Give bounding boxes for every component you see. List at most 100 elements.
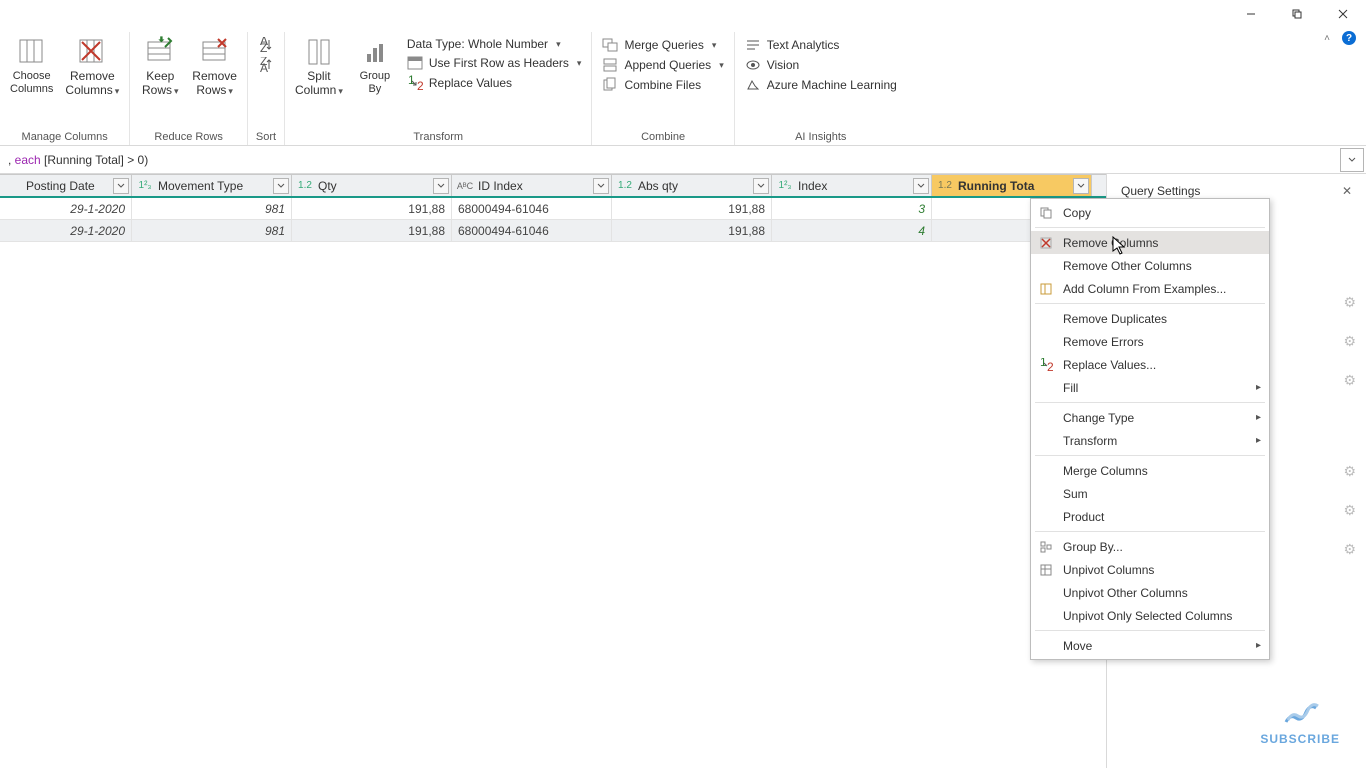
- ribbon-group-label: AI Insights: [795, 131, 846, 145]
- ribbon-group-label: Combine: [641, 131, 685, 145]
- column-filter-button[interactable]: [1073, 178, 1089, 194]
- table-row[interactable]: 29-1-2020 981 191,88 68000494-61046 191,…: [0, 198, 1106, 220]
- ctx-copy[interactable]: Copy: [1031, 201, 1269, 224]
- formula-bar[interactable]: , each [Running Total] > 0): [0, 146, 1366, 174]
- split-column-label: Split Column: [295, 69, 336, 97]
- gear-icon[interactable]: ⚙: [1343, 541, 1356, 558]
- cell[interactable]: 981: [132, 198, 292, 219]
- table-row[interactable]: 29-1-2020 981 191,88 68000494-61046 191,…: [0, 220, 1106, 242]
- remove-rows-button[interactable]: Remove Rows▾: [188, 34, 241, 100]
- gear-icon[interactable]: ⚙: [1343, 372, 1356, 389]
- ctx-remove-columns[interactable]: Remove Columns: [1031, 231, 1269, 254]
- replace-values-icon: 12: [1037, 357, 1055, 373]
- group-by-button[interactable]: Group By: [351, 34, 399, 98]
- remove-columns-button[interactable]: Remove Columns▾: [61, 34, 123, 100]
- maximize-button[interactable]: [1274, 0, 1320, 28]
- azure-ml-label: Azure Machine Learning: [767, 78, 897, 92]
- append-queries-button[interactable]: Append Queries▾: [598, 56, 727, 74]
- copy-icon: [1037, 205, 1055, 221]
- collapse-ribbon-button[interactable]: ˄: [1324, 33, 1330, 44]
- cell[interactable]: 191,88: [612, 198, 772, 219]
- cell[interactable]: 191,88: [612, 220, 772, 241]
- ctx-remove-duplicates[interactable]: Remove Duplicates: [1031, 307, 1269, 330]
- column-header-posting-date[interactable]: Posting Date: [0, 175, 132, 196]
- keep-rows-button[interactable]: Keep Rows▾: [136, 34, 184, 100]
- remove-rows-icon: [199, 36, 231, 68]
- formula-text[interactable]: , each [Running Total] > 0): [0, 153, 1340, 167]
- text-analytics-button[interactable]: Text Analytics: [741, 36, 901, 54]
- ctx-unpivot-columns[interactable]: Unpivot Columns: [1031, 558, 1269, 581]
- first-row-label: Use First Row as Headers: [429, 56, 569, 70]
- ctx-product[interactable]: Product: [1031, 505, 1269, 528]
- merge-queries-button[interactable]: Merge Queries▾: [598, 36, 727, 54]
- combine-files-button[interactable]: Combine Files: [598, 76, 727, 94]
- gear-icon[interactable]: ⚙: [1343, 463, 1356, 480]
- column-filter-button[interactable]: [113, 178, 129, 194]
- close-panel-button[interactable]: ✕: [1342, 184, 1352, 198]
- close-button[interactable]: [1320, 0, 1366, 28]
- choose-columns-button[interactable]: Choose Columns: [6, 34, 57, 98]
- ctx-change-type[interactable]: Change Type▸: [1031, 406, 1269, 429]
- column-header-running-total[interactable]: 1.2 Running Tota: [932, 175, 1092, 196]
- append-queries-icon: [602, 57, 618, 73]
- ctx-sum[interactable]: Sum: [1031, 482, 1269, 505]
- svg-text:Z: Z: [260, 41, 267, 53]
- formula-expand-button[interactable]: [1340, 148, 1364, 172]
- ribbon-group-label: Reduce Rows: [154, 131, 222, 145]
- column-header-label: Posting Date: [26, 179, 95, 193]
- cell[interactable]: 3: [772, 198, 932, 219]
- column-filter-button[interactable]: [273, 178, 289, 194]
- vision-button[interactable]: Vision: [741, 56, 901, 74]
- merge-queries-label: Merge Queries: [624, 38, 703, 52]
- submenu-arrow-icon: ▸: [1256, 412, 1261, 423]
- cell[interactable]: 29-1-2020: [0, 220, 132, 241]
- cell[interactable]: 981: [132, 220, 292, 241]
- ctx-remove-errors[interactable]: Remove Errors: [1031, 330, 1269, 353]
- replace-values-button[interactable]: 12Replace Values: [403, 74, 586, 92]
- sort-asc-button[interactable]: AZ: [254, 36, 278, 54]
- minimize-button[interactable]: [1228, 0, 1274, 28]
- ribbon-group-transform: Split Column▾ Group By Data Type: Whole …: [285, 32, 592, 145]
- ctx-unpivot-selected-columns[interactable]: Unpivot Only Selected Columns: [1031, 604, 1269, 627]
- ctx-move[interactable]: Move▸: [1031, 634, 1269, 657]
- column-filter-button[interactable]: [753, 178, 769, 194]
- text-analytics-label: Text Analytics: [767, 38, 840, 52]
- ctx-unpivot-other-columns[interactable]: Unpivot Other Columns: [1031, 581, 1269, 604]
- sort-desc-button[interactable]: ZA: [254, 56, 278, 74]
- ribbon-group-label: Manage Columns: [22, 131, 108, 145]
- applied-steps-gears: ⚙ ⚙ ⚙ ⚙ ⚙ ⚙: [1343, 294, 1356, 558]
- cell[interactable]: 191,88: [292, 198, 452, 219]
- split-column-button[interactable]: Split Column▾: [291, 34, 347, 100]
- use-first-row-headers-button[interactable]: Use First Row as Headers▾: [403, 54, 586, 72]
- ctx-merge-columns[interactable]: Merge Columns: [1031, 459, 1269, 482]
- ctx-add-column-from-examples[interactable]: Add Column From Examples...: [1031, 277, 1269, 300]
- combine-files-label: Combine Files: [624, 78, 701, 92]
- column-filter-button[interactable]: [593, 178, 609, 194]
- ctx-replace-values[interactable]: 12 Replace Values...: [1031, 353, 1269, 376]
- cell[interactable]: 4: [772, 220, 932, 241]
- ctx-group-by[interactable]: Group By...: [1031, 535, 1269, 558]
- choose-columns-icon: [16, 36, 48, 68]
- ctx-transform[interactable]: Transform▸: [1031, 429, 1269, 452]
- column-header-movement-type[interactable]: 1²₃ Movement Type: [132, 175, 292, 196]
- azure-ml-button[interactable]: Azure Machine Learning: [741, 76, 901, 94]
- ribbon-collapse-area: ˄ ?: [1324, 31, 1356, 45]
- ctx-fill[interactable]: Fill▸: [1031, 376, 1269, 399]
- column-header-qty[interactable]: 1.2 Qty: [292, 175, 452, 196]
- help-button[interactable]: ?: [1342, 31, 1356, 45]
- column-header-index[interactable]: 1²₃ Index: [772, 175, 932, 196]
- column-header-id-index[interactable]: AᴮC ID Index: [452, 175, 612, 196]
- gear-icon[interactable]: ⚙: [1343, 333, 1356, 350]
- cell[interactable]: 68000494-61046: [452, 198, 612, 219]
- gear-icon[interactable]: ⚙: [1343, 502, 1356, 519]
- cell[interactable]: 29-1-2020: [0, 198, 132, 219]
- column-header-abs-qty[interactable]: 1.2 Abs qty: [612, 175, 772, 196]
- watermark-text: SUBSCRIBE: [1260, 732, 1340, 746]
- data-type-dropdown[interactable]: Data Type: Whole Number▾: [403, 36, 586, 52]
- column-filter-button[interactable]: [913, 178, 929, 194]
- cell[interactable]: 68000494-61046: [452, 220, 612, 241]
- cell[interactable]: 191,88: [292, 220, 452, 241]
- gear-icon[interactable]: ⚙: [1343, 294, 1356, 311]
- ctx-remove-other-columns[interactable]: Remove Other Columns: [1031, 254, 1269, 277]
- column-filter-button[interactable]: [433, 178, 449, 194]
